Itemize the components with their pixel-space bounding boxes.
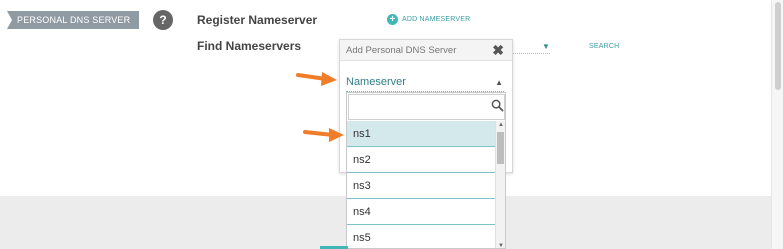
nameserver-dropdown: ns1 ns2 ns3 ns4 ns5 ▲ ▼ xyxy=(346,92,506,249)
nameserver-select[interactable]: Nameserver ▲ xyxy=(346,76,504,92)
section-tag: PERSONAL DNS SERVER xyxy=(7,11,140,29)
dropdown-option[interactable]: ns2 xyxy=(347,147,495,173)
register-nameserver-label: Register Nameserver xyxy=(197,13,318,27)
orange-arrow-icon xyxy=(303,128,344,142)
dropdown-options: ns1 ns2 ns3 ns4 ns5 xyxy=(347,121,495,248)
dropdown-option[interactable]: ns1 xyxy=(347,121,495,147)
dropdown-option[interactable]: ns5 xyxy=(347,225,495,248)
modal-header: Add Personal DNS Server ✖ xyxy=(340,40,512,61)
question-mark-icon[interactable]: ? xyxy=(153,10,173,30)
add-nameserver-button[interactable]: + ADD NAMESERVER xyxy=(387,14,470,25)
dropdown-scrollbar[interactable]: ▲ ▼ xyxy=(495,121,505,248)
dropdown-option[interactable]: ns4 xyxy=(347,199,495,225)
add-nameserver-label: ADD NAMESERVER xyxy=(402,16,471,23)
chevron-up-icon: ▲ xyxy=(495,78,503,87)
dropdown-search-input[interactable] xyxy=(348,94,505,120)
scroll-down-icon[interactable]: ▼ xyxy=(498,243,504,248)
dropdown-scrollbar-thumb[interactable] xyxy=(497,132,504,164)
chevron-down-icon[interactable]: ▼ xyxy=(542,42,550,51)
orange-arrow-icon xyxy=(296,72,337,86)
plus-circle-icon: + xyxy=(387,14,398,25)
search-button[interactable]: SEARCH xyxy=(589,43,619,50)
page-scrollbar[interactable] xyxy=(771,0,783,249)
find-nameservers-label: Find Nameservers xyxy=(197,39,302,53)
scroll-up-icon[interactable]: ▲ xyxy=(498,122,504,128)
nameserver-select-value: Nameserver xyxy=(346,76,406,88)
close-icon[interactable]: ✖ xyxy=(492,42,504,59)
dropdown-option[interactable]: ns3 xyxy=(347,173,495,199)
modal-title: Add Personal DNS Server xyxy=(346,45,457,56)
page-scrollbar-thumb[interactable] xyxy=(775,2,781,90)
search-icon xyxy=(491,99,504,112)
